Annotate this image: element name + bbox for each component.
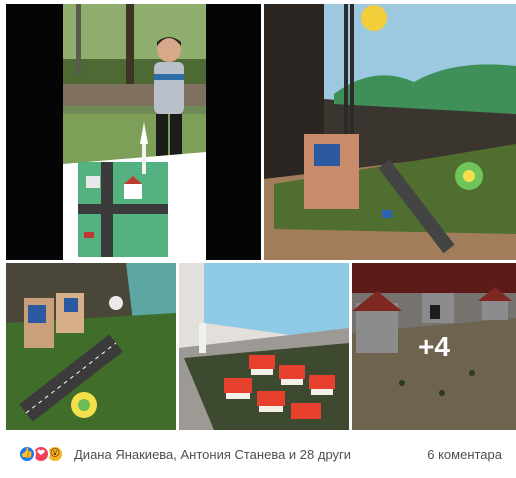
like-icon: 👍 [18,445,36,463]
post-photo-4[interactable] [179,263,349,430]
post-footer: 👍 ❤ 😮 Диана Янакиева, Антония Станева и … [0,430,516,478]
photo-3-image [6,263,176,430]
more-photos-count: +4 [418,330,450,362]
post-photo-2[interactable] [264,4,516,260]
post-photo-3[interactable] [6,263,176,430]
photo-4-image [179,263,349,430]
photo-2-image [264,4,516,260]
comments-count-link[interactable]: 6 коментара [427,447,502,462]
reacted-by-names[interactable]: Диана Янакиева, Антония Станева и 28 дру… [74,447,427,462]
more-photos-overlay[interactable]: +4 [352,263,516,430]
post-photo-5[interactable]: +4 [352,263,516,430]
reactions-summary[interactable]: 👍 ❤ 😮 [18,445,64,463]
photo-1-image [6,4,261,260]
post-photo-1[interactable] [6,4,261,260]
